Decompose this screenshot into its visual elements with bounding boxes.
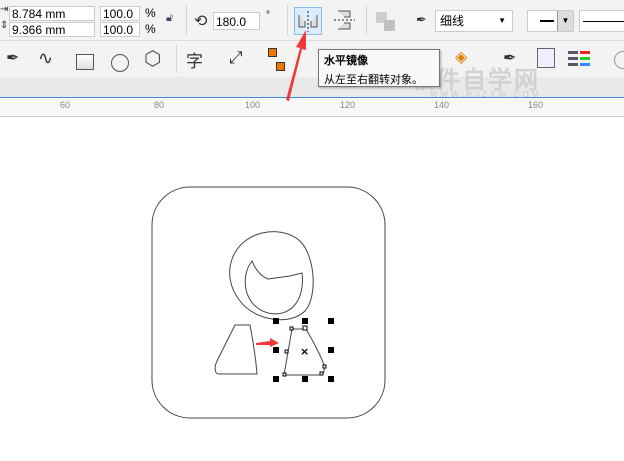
mirror-horizontal-button[interactable] xyxy=(294,7,322,35)
ruler-tick: 120 xyxy=(340,100,356,110)
chevron-down-icon: ▼ xyxy=(498,16,506,25)
position-x-input[interactable]: 8.784 mm xyxy=(9,6,95,21)
text-tool-icon[interactable]: 字 xyxy=(186,47,203,72)
face-shape[interactable] xyxy=(244,260,303,315)
percent-label-y: % xyxy=(145,22,156,36)
rectangle-tool-icon[interactable] xyxy=(76,54,94,70)
drawing-canvas[interactable]: × xyxy=(0,116,624,461)
separator xyxy=(287,5,288,35)
chevron-down-icon: ▼ xyxy=(557,11,573,31)
dimension-tool-icon[interactable]: ⤢ xyxy=(229,48,243,68)
watermark-url: WWW.RJZXW.COM xyxy=(430,90,542,99)
lock-ratio-icon[interactable]: 🔓︎ xyxy=(166,12,173,25)
ruler-tick: 140 xyxy=(434,100,450,110)
line-style-select[interactable] xyxy=(579,10,624,32)
mirror-horizontal-icon xyxy=(298,11,318,32)
arrange-icon xyxy=(376,12,395,31)
outline-width-select[interactable]: 细线 ▼ xyxy=(435,10,513,32)
scale-y-input[interactable]: 100.0 xyxy=(100,22,140,37)
degree-label: ° xyxy=(266,10,270,21)
body-left-shape[interactable] xyxy=(214,324,258,375)
rotation-input[interactable]: 180.0 xyxy=(213,12,260,30)
mirror-vertical-icon xyxy=(334,10,355,30)
head-outline-shape[interactable] xyxy=(229,231,314,321)
scale-x-input[interactable]: 100.0 xyxy=(100,6,140,21)
separator xyxy=(176,45,177,73)
percent-label-x: % xyxy=(145,6,156,20)
options-icon[interactable] xyxy=(614,51,624,69)
ellipse-tool-icon[interactable] xyxy=(111,54,129,72)
artistic-media-icon[interactable]: ∿ xyxy=(38,48,53,69)
tooltip-description: 从左至右翻转对象。 xyxy=(324,74,423,86)
rounded-square-shape[interactable] xyxy=(151,186,386,419)
connector-node xyxy=(276,62,285,71)
pen-tool-icon[interactable]: ✒ xyxy=(6,48,19,68)
property-bar: ⇥ ⇕ 8.784 mm 9.366 mm 100.0 100.0 % % 🔓︎… xyxy=(0,0,624,41)
red-arrow-annotation xyxy=(256,338,279,347)
tooltip-title: 水平镜像 xyxy=(324,55,368,67)
tooltip: 水平镜像 从左至右翻转对象。 xyxy=(318,49,440,87)
color-palette-icon[interactable] xyxy=(568,50,592,68)
ruler-tick: 160 xyxy=(528,100,544,110)
separator xyxy=(186,5,187,35)
pen-outline-icon: ✒ xyxy=(416,12,427,27)
polygon-tool-icon[interactable]: ⬡ xyxy=(144,46,161,71)
position-y-input[interactable]: 9.366 mm xyxy=(9,22,95,37)
ruler-tick: 80 xyxy=(154,100,165,110)
outline-width-value: 细线 xyxy=(440,14,465,28)
rotate-icon: ⟲ xyxy=(194,13,208,30)
ruler-tick: 100 xyxy=(245,100,261,110)
width-icon: ⇥ xyxy=(0,4,9,15)
center-mark-icon[interactable]: × xyxy=(300,345,309,358)
ruler-tick: 60 xyxy=(60,100,71,110)
connector-tool-icon[interactable] xyxy=(268,48,277,57)
separator xyxy=(366,5,367,35)
mirror-vertical-button[interactable] xyxy=(331,7,359,35)
arrange-button[interactable] xyxy=(373,9,399,35)
height-icon: ⇕ xyxy=(0,20,9,31)
line-start-select[interactable]: ▼ xyxy=(527,10,574,32)
horizontal-ruler[interactable]: 60 80 100 120 140 160 xyxy=(0,97,624,117)
